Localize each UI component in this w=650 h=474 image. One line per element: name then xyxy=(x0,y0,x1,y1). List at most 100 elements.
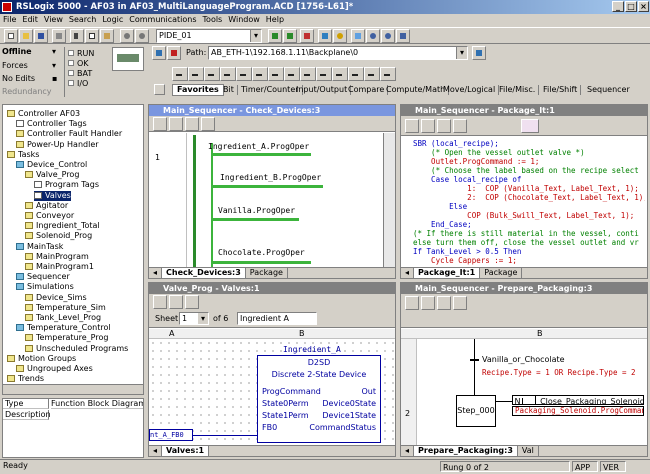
transition-name[interactable]: Vanilla_or_Chocolate xyxy=(482,355,565,364)
ctd-icon[interactable] xyxy=(364,67,380,81)
minimize-button[interactable]: _ xyxy=(612,1,624,12)
open-icon[interactable] xyxy=(19,29,33,43)
path-field[interactable]: AB_ETH-1\192.168.1.11\Backplane\0 ▾ xyxy=(208,46,468,60)
fbd-tool-icon[interactable] xyxy=(153,295,167,309)
tab-scroll-left-icon[interactable] xyxy=(154,84,165,95)
zoom-in-icon[interactable] xyxy=(366,29,380,43)
tree-item[interactable]: Temperature_Prog xyxy=(25,333,108,343)
tree-item[interactable]: Valves xyxy=(34,190,71,201)
st-tool-icon[interactable] xyxy=(453,119,467,133)
branch-level-icon[interactable] xyxy=(204,67,220,81)
otu-icon[interactable] xyxy=(284,67,300,81)
tab-package-it[interactable]: Package_It:1 xyxy=(414,268,481,278)
sfc-tool-icon[interactable] xyxy=(421,296,435,310)
tree-horizontal-scrollbar[interactable] xyxy=(3,384,143,394)
tree-item[interactable]: Controller Fault Handler xyxy=(16,129,122,139)
sfc-tool-icon[interactable] xyxy=(437,296,451,310)
ladder-tool-icon[interactable] xyxy=(201,117,215,131)
sfc-action[interactable]: N Close_Packaging_Solenoid xyxy=(512,395,644,405)
sheet-name-field[interactable]: Ingredient A xyxy=(237,312,317,325)
network-icon[interactable] xyxy=(152,46,166,60)
tab-bit[interactable]: Bit xyxy=(220,85,238,95)
menu-communications[interactable]: Communications xyxy=(126,15,199,24)
verify-controller-icon[interactable] xyxy=(283,29,297,43)
tree-item[interactable]: Tasks xyxy=(7,150,39,160)
ton-icon[interactable] xyxy=(316,67,332,81)
new-icon[interactable] xyxy=(4,29,18,43)
xic-ingredient-a[interactable]: Ingredient_A.ProgOper xyxy=(205,141,312,152)
print-icon[interactable] xyxy=(52,29,66,43)
tab-scroll-left-icon[interactable]: ◂ xyxy=(401,446,415,456)
tab-sequencer[interactable]: Sequencer xyxy=(584,85,633,95)
redo-icon[interactable] xyxy=(135,29,149,43)
rslogix-app-icon[interactable] xyxy=(2,2,12,12)
sfc-tool-icon[interactable] xyxy=(453,296,467,310)
sfc-tool-icon[interactable] xyxy=(405,296,419,310)
window-title-valves[interactable]: Valve_Prog - Valves:1 xyxy=(149,283,395,294)
menu-help[interactable]: Help xyxy=(263,15,287,24)
mode-label[interactable]: Offline xyxy=(2,47,58,56)
cut-icon[interactable] xyxy=(70,29,84,43)
menu-edit[interactable]: Edit xyxy=(19,15,41,24)
tab-prepare-packaging[interactable]: Prepare_Packaging:3 xyxy=(414,446,518,456)
xic-vanilla[interactable]: Vanilla.ProgOper xyxy=(215,205,298,216)
tree-item[interactable]: Tank_Level_Prog xyxy=(25,313,101,323)
xic-icon[interactable] xyxy=(220,67,236,81)
tab-valves[interactable]: Valves:1 xyxy=(162,446,210,456)
tree-item[interactable]: Conveyor xyxy=(25,211,74,221)
ladder-tool-icon[interactable] xyxy=(185,117,199,131)
tree-item[interactable]: MainProgram1 xyxy=(25,262,94,272)
paste-icon[interactable] xyxy=(100,29,114,43)
tree-item[interactable]: Controller Tags xyxy=(16,119,87,129)
pin-device1state[interactable]: Device1State xyxy=(309,410,376,422)
chevron-down-icon[interactable]: ▾ xyxy=(198,313,208,324)
routine-select[interactable]: PIDE_01 ▾ xyxy=(156,29,262,43)
close-button[interactable]: × xyxy=(638,1,649,12)
undo-icon[interactable] xyxy=(120,29,134,43)
tree-item[interactable]: MainProgram xyxy=(25,252,89,262)
st-code-editor[interactable]: SBR (local_recipe); (* Open the vessel o… xyxy=(413,139,645,267)
tab-package[interactable]: Package xyxy=(246,268,288,278)
tree-item[interactable]: Sequencer xyxy=(16,272,70,282)
st-tool-icon[interactable] xyxy=(437,119,451,133)
tab-file-shift[interactable]: File/Shift xyxy=(540,85,582,95)
rung-number[interactable]: 1 xyxy=(155,153,160,162)
tree-item[interactable]: Trends xyxy=(7,374,44,384)
tree-item[interactable]: Ingredient_Total xyxy=(25,221,100,231)
go-online-icon[interactable] xyxy=(472,46,486,60)
ladder-tool-icon[interactable] xyxy=(169,117,183,131)
zoom-out-icon[interactable] xyxy=(381,29,395,43)
tree-item[interactable]: Temperature_Control xyxy=(16,323,111,333)
tree-item[interactable]: MainTask xyxy=(16,242,63,252)
tag-search-icon[interactable] xyxy=(300,29,314,43)
tree-item[interactable]: Device_Sims xyxy=(25,293,87,303)
menu-window[interactable]: Window xyxy=(225,15,263,24)
window-title-prepare-packaging[interactable]: Main_Sequencer - Prepare_Packaging:3 xyxy=(401,283,647,294)
tab-check-devices[interactable]: Check_Devices:3 xyxy=(162,268,246,278)
redundancy-label[interactable]: Redundancy xyxy=(2,87,62,96)
tab-package[interactable]: Package xyxy=(480,268,523,278)
otl-icon[interactable] xyxy=(268,67,284,81)
tab-file-misc[interactable]: File/Misc. xyxy=(496,85,540,95)
tree-item[interactable]: Simulations xyxy=(16,282,74,292)
pin-out[interactable]: Out xyxy=(309,386,376,398)
fbd-sheet[interactable]: Ingredient_A D2SD Discrete 2-State Devic… xyxy=(149,339,395,445)
verify-icon[interactable] xyxy=(268,29,282,43)
tree-item[interactable]: Device_Control xyxy=(16,160,87,170)
tab-move-logical[interactable]: Move/Logical xyxy=(440,85,500,95)
tab-favorites[interactable]: Favorites xyxy=(172,84,224,96)
tab-scroll-left-icon[interactable]: ◂ xyxy=(149,268,163,278)
tree-item[interactable]: Controller AF03 xyxy=(7,109,80,119)
d2sd-function-block[interactable]: D2SD Discrete 2-State Device ProgCommand… xyxy=(257,355,381,443)
properties-icon[interactable] xyxy=(351,29,365,43)
save-icon[interactable] xyxy=(34,29,48,43)
chevron-down-icon[interactable]: ▾ xyxy=(52,47,56,56)
zoom-fit-icon[interactable] xyxy=(396,29,410,43)
pin-device0state[interactable]: Device0State xyxy=(309,398,376,410)
sfc-sheet[interactable]: Vanilla_or_Chocolate Recipe.Type = 1 OR … xyxy=(418,339,647,445)
chevron-down-icon[interactable]: ▾ xyxy=(52,61,56,70)
tree-item[interactable]: Agitator xyxy=(25,201,68,211)
res-icon[interactable] xyxy=(380,67,396,81)
ab-toggle-icon[interactable] xyxy=(521,119,539,133)
branch-icon[interactable] xyxy=(188,67,204,81)
